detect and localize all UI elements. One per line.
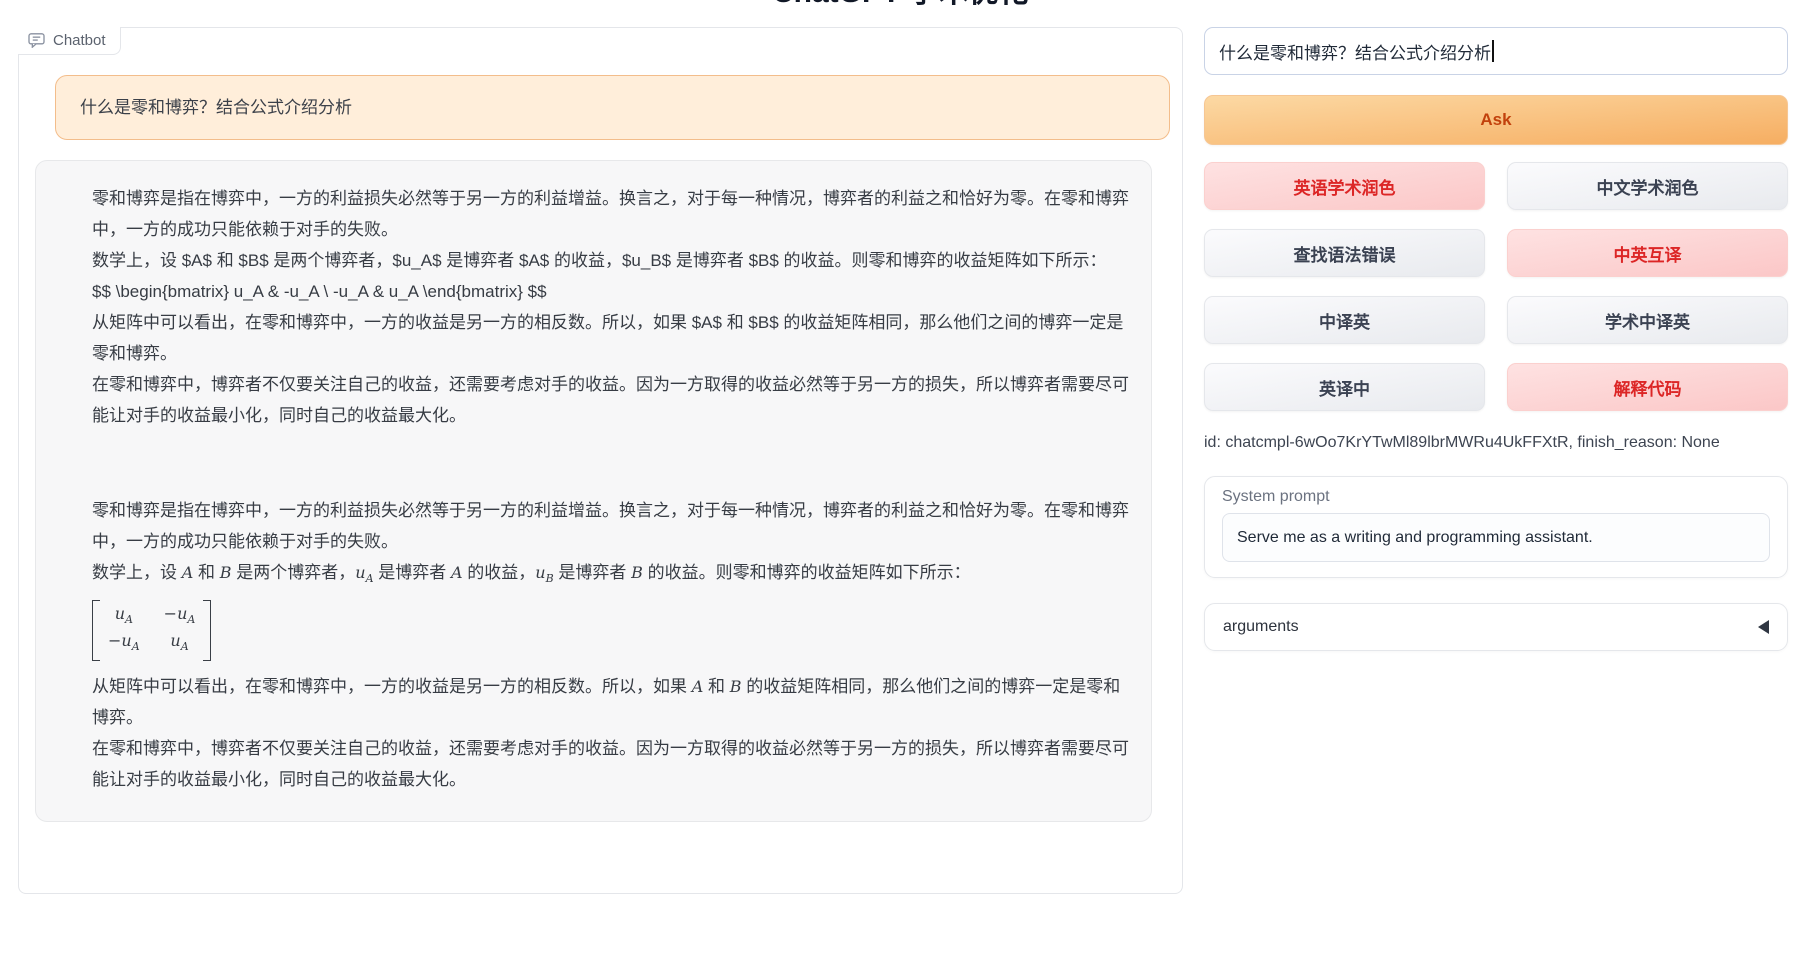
math-token: uA bbox=[115, 603, 133, 630]
payoff-matrix: uA−uA−uAuA bbox=[92, 600, 211, 660]
system-prompt-value: Serve me as a writing and programming as… bbox=[1237, 529, 1593, 547]
chinese-academic-polish-button[interactable]: 中文学术润色 bbox=[1507, 162, 1788, 210]
question-input[interactable]: 什么是零和博弈？结合公式介绍分析 bbox=[1204, 27, 1788, 75]
english-to-chinese-button[interactable]: 英译中 bbox=[1204, 363, 1485, 411]
arguments-accordion[interactable]: arguments bbox=[1204, 603, 1788, 651]
system-prompt-input[interactable]: Serve me as a writing and programming as… bbox=[1222, 513, 1770, 562]
page-title: ChatGPT 学术优化 bbox=[772, 0, 1029, 11]
math-token: −uA bbox=[164, 603, 196, 630]
controls-column: 什么是零和博弈？结合公式介绍分析 Ask 英语学术润色中文学术润色查找语法错误中… bbox=[1204, 27, 1788, 894]
math-token: uA bbox=[355, 563, 373, 582]
find-grammar-errors-button[interactable]: 查找语法错误 bbox=[1204, 229, 1485, 277]
chinese-to-english-button[interactable]: 中译英 bbox=[1204, 296, 1485, 344]
chatbot-label: Chatbot bbox=[18, 27, 121, 55]
function-button-grid: 英语学术润色中文学术润色查找语法错误中英互译中译英学术中译英英译中解释代码 bbox=[1204, 162, 1788, 411]
text-caret bbox=[1492, 40, 1494, 62]
academic-chinese-to-english-button[interactable]: 学术中译英 bbox=[1507, 296, 1788, 344]
chat-bubble-icon bbox=[28, 33, 45, 48]
bot-rendered-text: 零和博弈是指在博弈中，一方的利益损失必然等于另一方的利益增益。换言之，对于每一种… bbox=[92, 495, 1133, 594]
math-token: uA bbox=[170, 630, 188, 657]
bot-message-bubble: 零和博弈是指在博弈中，一方的利益损失必然等于另一方的利益增益。换言之，对于每一种… bbox=[35, 160, 1152, 822]
system-prompt-label: System prompt bbox=[1222, 488, 1770, 506]
user-message-bubble: 什么是零和博弈？结合公式介绍分析 bbox=[55, 75, 1170, 140]
chinese-english-mutual-translate-button[interactable]: 中英互译 bbox=[1507, 229, 1788, 277]
english-academic-polish-button[interactable]: 英语学术润色 bbox=[1204, 162, 1485, 210]
bot-raw-text: 零和博弈是指在博弈中，一方的利益损失必然等于另一方的利益增益。换言之，对于每一种… bbox=[92, 183, 1133, 431]
math-token: B bbox=[220, 563, 232, 582]
math-token: A bbox=[451, 563, 463, 582]
response-meta: id: chatcmpl-6wOo7KrYTwMl89lbrMWRu4UkFFX… bbox=[1204, 434, 1788, 452]
question-input-value: 什么是零和博弈？结合公式介绍分析 bbox=[1219, 39, 1491, 64]
ask-button[interactable]: Ask bbox=[1204, 95, 1788, 145]
explain-code-button[interactable]: 解释代码 bbox=[1507, 363, 1788, 411]
math-token: A bbox=[692, 677, 704, 696]
chatbot-label-text: Chatbot bbox=[53, 32, 106, 49]
main-layout: Chatbot 什么是零和博弈？结合公式介绍分析 零和博弈是指在博弈中，一方的利… bbox=[18, 27, 1788, 894]
bot-rendered-text: 从矩阵中可以看出，在零和博弈中，一方的收益是另一方的相反数。所以，如果 A 和 … bbox=[92, 671, 1133, 795]
math-token: B bbox=[631, 563, 643, 582]
math-token: uB bbox=[535, 563, 553, 582]
math-token: B bbox=[730, 677, 742, 696]
math-token: −uA bbox=[108, 630, 140, 657]
arguments-accordion-label: arguments bbox=[1223, 618, 1299, 636]
chatbot-panel: Chatbot 什么是零和博弈？结合公式介绍分析 零和博弈是指在博弈中，一方的利… bbox=[18, 27, 1183, 894]
chat-messages: 什么是零和博弈？结合公式介绍分析 零和博弈是指在博弈中，一方的利益损失必然等于另… bbox=[19, 28, 1182, 838]
accordion-arrow-icon bbox=[1758, 620, 1769, 634]
system-prompt-group: System prompt Serve me as a writing and … bbox=[1204, 476, 1788, 578]
math-token: A bbox=[182, 563, 194, 582]
